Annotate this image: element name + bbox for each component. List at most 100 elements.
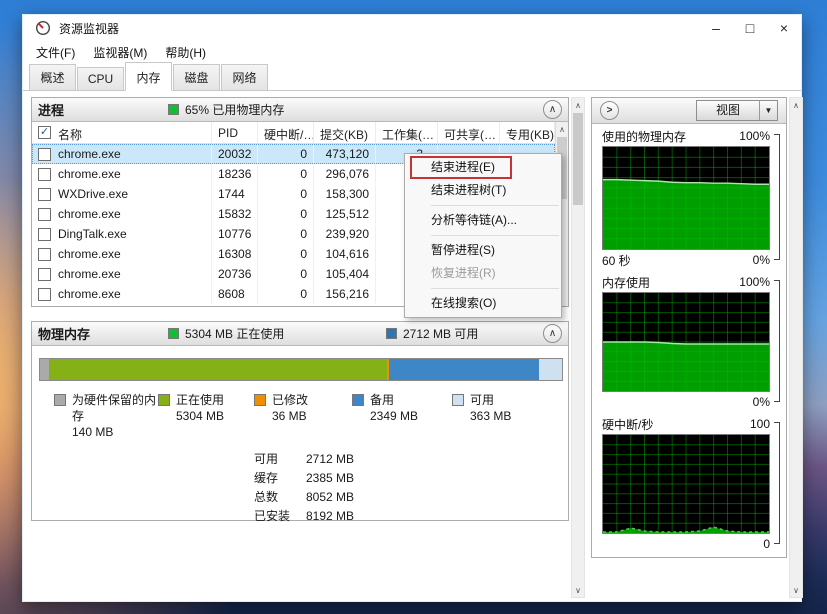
available-swatch-icon [386, 328, 397, 339]
row-checkbox[interactable] [38, 208, 51, 221]
context-menu-item[interactable]: 暂停进程(S) [405, 239, 561, 262]
legend-item: 为硬件保留的内存140 MB [54, 392, 158, 440]
legend-value: 140 MB [72, 424, 158, 440]
view-dropdown-arrow-icon[interactable] [759, 101, 777, 120]
cell-hard-faults: 0 [258, 224, 314, 244]
physical-memory-section: 物理内存 5304 MB 正在使用 2712 MB 可用 为硬件保留的内存140… [31, 321, 569, 521]
column-header[interactable]: 硬中断/… [258, 122, 314, 143]
close-button[interactable]: × [767, 15, 801, 41]
axis-bracket [774, 280, 780, 402]
legend-value: 2349 MB [370, 408, 418, 424]
scroll-up-icon[interactable] [572, 98, 584, 112]
memory-bar-segment-为硬件保留的内存 [40, 359, 49, 380]
x-axis-label: 60 秒 [602, 252, 631, 269]
summary-value: 2385 MB [306, 469, 354, 488]
scroll-up-icon[interactable] [790, 98, 802, 112]
scroll-up-icon[interactable] [556, 122, 568, 136]
row-checkbox[interactable] [38, 288, 51, 301]
cell-commit-kb: 104,616 [314, 244, 376, 264]
legend-value: 5304 MB [176, 408, 224, 424]
used-memory-swatch-icon [168, 104, 179, 115]
view-button-label[interactable]: 视图 [697, 101, 759, 120]
left-pane-scrollbar[interactable] [571, 97, 585, 598]
memory-section-header[interactable]: 物理内存 5304 MB 正在使用 2712 MB 可用 [32, 322, 568, 346]
cell-name: chrome.exe [32, 164, 212, 184]
context-menu-item[interactable]: 在线搜索(O) [405, 292, 561, 315]
scroll-down-icon[interactable] [790, 583, 802, 597]
maximize-button[interactable]: □ [733, 15, 767, 41]
context-menu-item[interactable]: 分析等待链(A)... [405, 209, 561, 232]
row-checkbox[interactable] [38, 168, 51, 181]
cell-name: chrome.exe [32, 284, 212, 304]
legend-label: 已修改 [272, 392, 308, 408]
column-header-label: PID [218, 126, 238, 140]
tab-CPU[interactable]: CPU [77, 67, 124, 90]
summary-value: 8052 MB [306, 488, 354, 507]
window-scrollbar[interactable] [789, 97, 803, 598]
select-all-checkbox[interactable] [38, 126, 51, 139]
view-button[interactable]: 视图 [696, 100, 778, 121]
process-name: chrome.exe [58, 167, 121, 181]
collapse-memory-button[interactable] [543, 324, 562, 343]
column-header[interactable]: 提交(KB) [314, 122, 376, 143]
scrollbar-thumb[interactable] [573, 113, 583, 205]
row-checkbox[interactable] [38, 228, 51, 241]
collapse-process-button[interactable] [543, 100, 562, 119]
y-axis-max-label: 100 [750, 417, 770, 431]
minimize-button[interactable]: – [699, 15, 733, 41]
summary-value: 8192 MB [306, 507, 354, 526]
column-header-label: 可共享(… [444, 126, 496, 143]
context-menu-item[interactable]: 结束进程树(T) [405, 179, 561, 202]
cell-pid: 20032 [212, 144, 258, 164]
y-axis-min-label: 0% [753, 253, 770, 267]
column-header[interactable]: 工作集(… [376, 122, 438, 143]
row-checkbox[interactable] [38, 268, 51, 281]
expand-panel-button[interactable] [600, 101, 619, 120]
cell-commit-kb: 156,216 [314, 284, 376, 304]
memory-bar-segment-正在使用 [49, 359, 387, 380]
context-menu-item[interactable]: 结束进程(E) [405, 156, 561, 179]
legend-text: 可用363 MB [470, 392, 511, 424]
scroll-down-icon[interactable] [572, 583, 584, 597]
menu-item[interactable]: 监视器(M) [84, 42, 156, 63]
cell-hard-faults: 0 [258, 144, 314, 164]
process-name: chrome.exe [58, 267, 121, 281]
row-checkbox[interactable] [38, 148, 51, 161]
legend-item: 已修改36 MB [254, 392, 352, 440]
cell-commit-kb: 105,404 [314, 264, 376, 284]
tab-磁盘[interactable]: 磁盘 [173, 64, 220, 90]
graph-title: 使用的物理内存 [602, 128, 686, 145]
column-header[interactable]: PID [212, 122, 258, 143]
column-header-label: 工作集(… [382, 126, 434, 143]
process-name: WXDrive.exe [58, 187, 128, 201]
summary-value: 2712 MB [306, 450, 354, 469]
axis-bracket [774, 422, 780, 544]
column-header[interactable]: 专用(KB) [500, 122, 555, 143]
cell-commit-kb: 473,120 [314, 144, 376, 164]
window-title: 资源监视器 [59, 20, 119, 37]
in-use-swatch-icon [168, 328, 179, 339]
hard-faults-graph [602, 434, 770, 534]
summary-row: 可用2712 MB [254, 450, 354, 469]
legend-swatch-icon [452, 394, 464, 406]
tab-内存[interactable]: 内存 [125, 62, 172, 91]
row-checkbox[interactable] [38, 248, 51, 261]
process-section-header[interactable]: 进程 65% 已用物理内存 [32, 98, 568, 122]
memory-tab-content: 进程 65% 已用物理内存 名称 PID 硬中断/…提交(KB) 工作集(… 可共享(…… [23, 91, 801, 601]
legend-value: 363 MB [470, 408, 511, 424]
memory-bar-segment-备用 [389, 359, 539, 380]
column-header[interactable]: 名称 [32, 122, 212, 143]
tab-strip: 概述CPU内存磁盘网络 [23, 63, 801, 91]
summary-row: 已安装8192 MB [254, 507, 354, 526]
tab-网络[interactable]: 网络 [221, 64, 268, 90]
cell-name: DingTalk.exe [32, 224, 212, 244]
y-axis-min-label: 0% [753, 395, 770, 409]
legend-swatch-icon [54, 394, 66, 406]
summary-label: 缓存 [254, 469, 306, 488]
column-header[interactable]: 可共享(… [438, 122, 500, 143]
row-checkbox[interactable] [38, 188, 51, 201]
tab-概述[interactable]: 概述 [29, 64, 76, 90]
menu-item[interactable]: 文件(F) [27, 42, 84, 63]
menu-item[interactable]: 帮助(H) [156, 42, 215, 63]
memory-usage-graph [602, 292, 770, 392]
